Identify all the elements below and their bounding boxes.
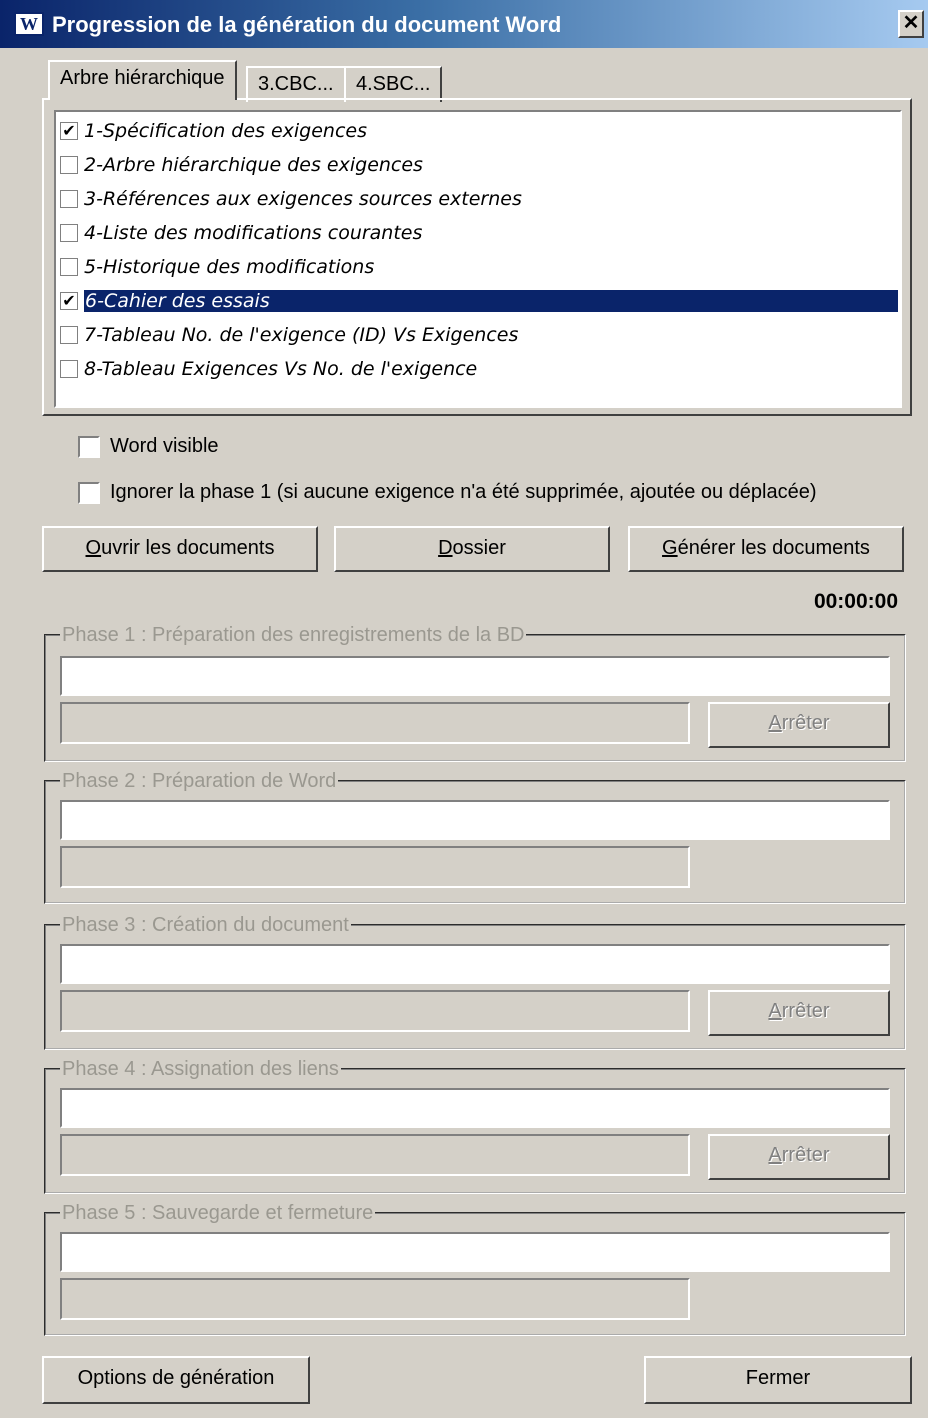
phase1-stop-button[interactable]: Arrêter (708, 702, 890, 748)
list-item-cahier-essais[interactable]: ✔ 6-Cahier des essais (60, 286, 898, 316)
folder-button[interactable]: Dossier (334, 526, 610, 572)
list-item-label: 1-Spécification des exigences (84, 120, 368, 142)
phase3-progress-bar (60, 990, 690, 1032)
phase4-status-field (60, 1088, 890, 1128)
phase3-title: Phase 3 : Création du document (60, 912, 351, 938)
checkbox[interactable] (60, 190, 78, 208)
phase1-title: Phase 1 : Préparation des enregistrement… (60, 622, 527, 648)
generation-options-button[interactable]: Options de génération (42, 1356, 310, 1404)
list-item-references[interactable]: 3-Références aux exigences sources exter… (60, 184, 898, 214)
window-title: Progression de la génération du document… (52, 12, 562, 37)
phase2-status-field (60, 800, 890, 840)
phase5-progress-bar (60, 1278, 690, 1320)
word-visible-checkbox[interactable] (78, 436, 100, 458)
generate-label: énérer les documents (677, 537, 870, 559)
list-item-tableau-exigences[interactable]: 8-Tableau Exigences Vs No. de l'exigence (60, 354, 898, 384)
phase2-title: Phase 2 : Préparation de Word (60, 768, 339, 794)
stop-label: rrêter (781, 712, 830, 734)
list-item-label: 4-Liste des modifications courantes (84, 222, 423, 244)
word-app-icon: W (14, 12, 44, 36)
open-label: uvrir les documents (101, 537, 275, 559)
list-item-specification[interactable]: ✔ 1-Spécification des exigences (60, 116, 898, 146)
folder-label: ossier (452, 537, 506, 559)
phase3-stop-button[interactable]: Arrêter (708, 990, 890, 1036)
list-item-label: 6-Cahier des essais (84, 290, 898, 312)
elapsed-timer: 00:00:00 (813, 590, 898, 613)
phase1-status-field (60, 656, 890, 696)
phase5-status-field (60, 1232, 890, 1272)
list-item-tableau-id[interactable]: 7-Tableau No. de l'exigence (ID) Vs Exig… (60, 320, 898, 350)
phase4-title: Phase 4 : Assignation des liens (60, 1056, 341, 1082)
list-item-modifications[interactable]: 4-Liste des modifications courantes (60, 218, 898, 248)
close-window-button[interactable]: ✕ (898, 10, 924, 38)
stop-mnemonic: A (768, 1144, 782, 1166)
checkbox[interactable] (60, 258, 78, 276)
list-item-historique[interactable]: 5-Historique des modifications (60, 252, 898, 282)
skip-phase1-checkbox[interactable] (78, 482, 100, 504)
document-checklist[interactable]: ✔ 1-Spécification des exigences 2-Arbre … (54, 110, 902, 408)
stop-mnemonic: A (768, 712, 782, 734)
generate-documents-button[interactable]: Générer les documents (628, 526, 904, 572)
phase2-progress-bar (60, 846, 690, 888)
checkbox-checked[interactable]: ✔ (60, 122, 78, 140)
tab-sbc[interactable]: 4.SBC... (344, 66, 443, 102)
folder-mnemonic: D (438, 537, 453, 559)
list-item-label: 5-Historique des modifications (84, 256, 375, 278)
checkbox[interactable] (60, 224, 78, 242)
open-documents-button[interactable]: Ouvrir les documents (42, 526, 318, 572)
close-button[interactable]: Fermer (644, 1356, 912, 1404)
checkbox[interactable] (60, 326, 78, 344)
stop-mnemonic: A (768, 1000, 782, 1022)
phase4-progress-bar (60, 1134, 690, 1176)
tab-arbre-hierarchique[interactable]: Arbre hiérarchique (48, 60, 237, 100)
generate-mnemonic: G (662, 537, 678, 559)
list-item-label: 7-Tableau No. de l'exigence (ID) Vs Exig… (84, 324, 519, 346)
phase5-title: Phase 5 : Sauvegarde et fermeture (60, 1200, 376, 1226)
word-visible-label: Word visible (110, 435, 219, 457)
phase3-status-field (60, 944, 890, 984)
stop-label: rrêter (781, 1144, 830, 1166)
list-item-label: 2-Arbre hiérarchique des exigences (84, 154, 423, 176)
open-mnemonic: O (85, 537, 102, 559)
checkbox[interactable] (60, 156, 78, 174)
stop-label: rrêter (781, 1000, 830, 1022)
list-item-label: 3-Références aux exigences sources exter… (84, 188, 522, 210)
checkbox[interactable] (60, 360, 78, 378)
checkbox-checked[interactable]: ✔ (60, 292, 78, 310)
skip-phase1-label: Ignorer la phase 1 (si aucune exigence n… (110, 481, 817, 503)
list-item-arbre[interactable]: 2-Arbre hiérarchique des exigences (60, 150, 898, 180)
tab-cbc[interactable]: 3.CBC... (246, 66, 346, 102)
phase4-stop-button[interactable]: Arrêter (708, 1134, 890, 1180)
phase1-progress-bar (60, 702, 690, 744)
list-item-label: 8-Tableau Exigences Vs No. de l'exigence (84, 358, 478, 380)
